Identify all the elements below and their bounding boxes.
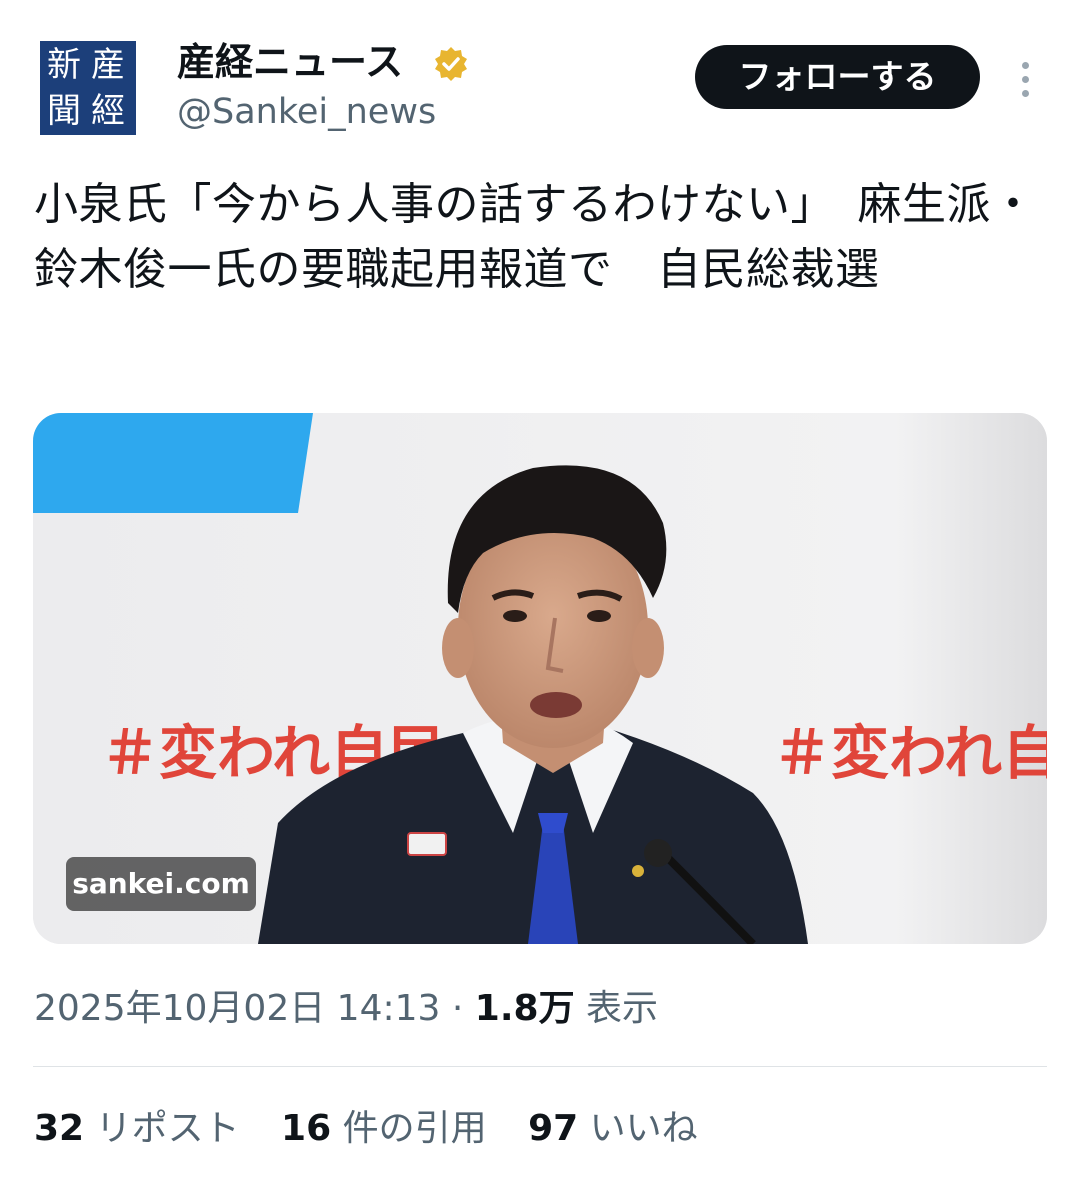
banner-text-right: ＃変われ自民 [773,719,1047,787]
account-handle[interactable]: @Sankei_news [177,90,436,134]
reposts-label: リポスト [95,1108,240,1149]
post-header: 産 經 新 聞 産経ニュース @Sankei_news フォローする [0,0,1080,150]
media-source-label: sankei.com [66,857,256,911]
avatar-char: 聞 [47,91,81,131]
post-media-image[interactable]: ＃変われ自民 ＃変われ自民 sankei.com [33,413,1047,944]
view-label: 表示 [586,988,659,1029]
verified-badge-icon [435,47,467,81]
view-count: 1.8万 [474,988,575,1029]
quotes-count: 16 [281,1108,332,1149]
blue-banner-shape [33,413,313,513]
divider [33,1066,1047,1067]
timestamp[interactable]: 2025年10月02日 14:13 [34,988,440,1029]
likes-stat[interactable]: 97 いいね [528,1108,698,1149]
likes-label: いいね [589,1108,698,1149]
avatar-char: 産 [91,45,125,85]
post-meta: 2025年10月02日 14:13 · 1.8万 表示 [34,985,658,1033]
reposts-count: 32 [34,1108,85,1149]
avatar-char: 經 [91,91,125,131]
more-options-icon[interactable] [1010,58,1040,98]
likes-count: 97 [528,1108,579,1149]
quotes-label: 件の引用 [342,1108,487,1149]
engagement-stats: 32 リポスト 16 件の引用 97 いいね [34,1105,728,1153]
avatar[interactable]: 産 經 新 聞 [40,41,136,135]
avatar-char: 新 [47,45,81,85]
reposts-stat[interactable]: 32 リポスト [34,1108,251,1149]
post-text: 小泉氏「今から人事の話するわけない」 麻生派・鈴木俊一氏の要職起用報道で 自民総… [34,179,1036,295]
quotes-stat[interactable]: 16 件の引用 [281,1108,498,1149]
follow-button[interactable]: フォローする [695,45,980,109]
display-name[interactable]: 産経ニュース [177,38,403,86]
meta-separator: · [451,988,464,1029]
